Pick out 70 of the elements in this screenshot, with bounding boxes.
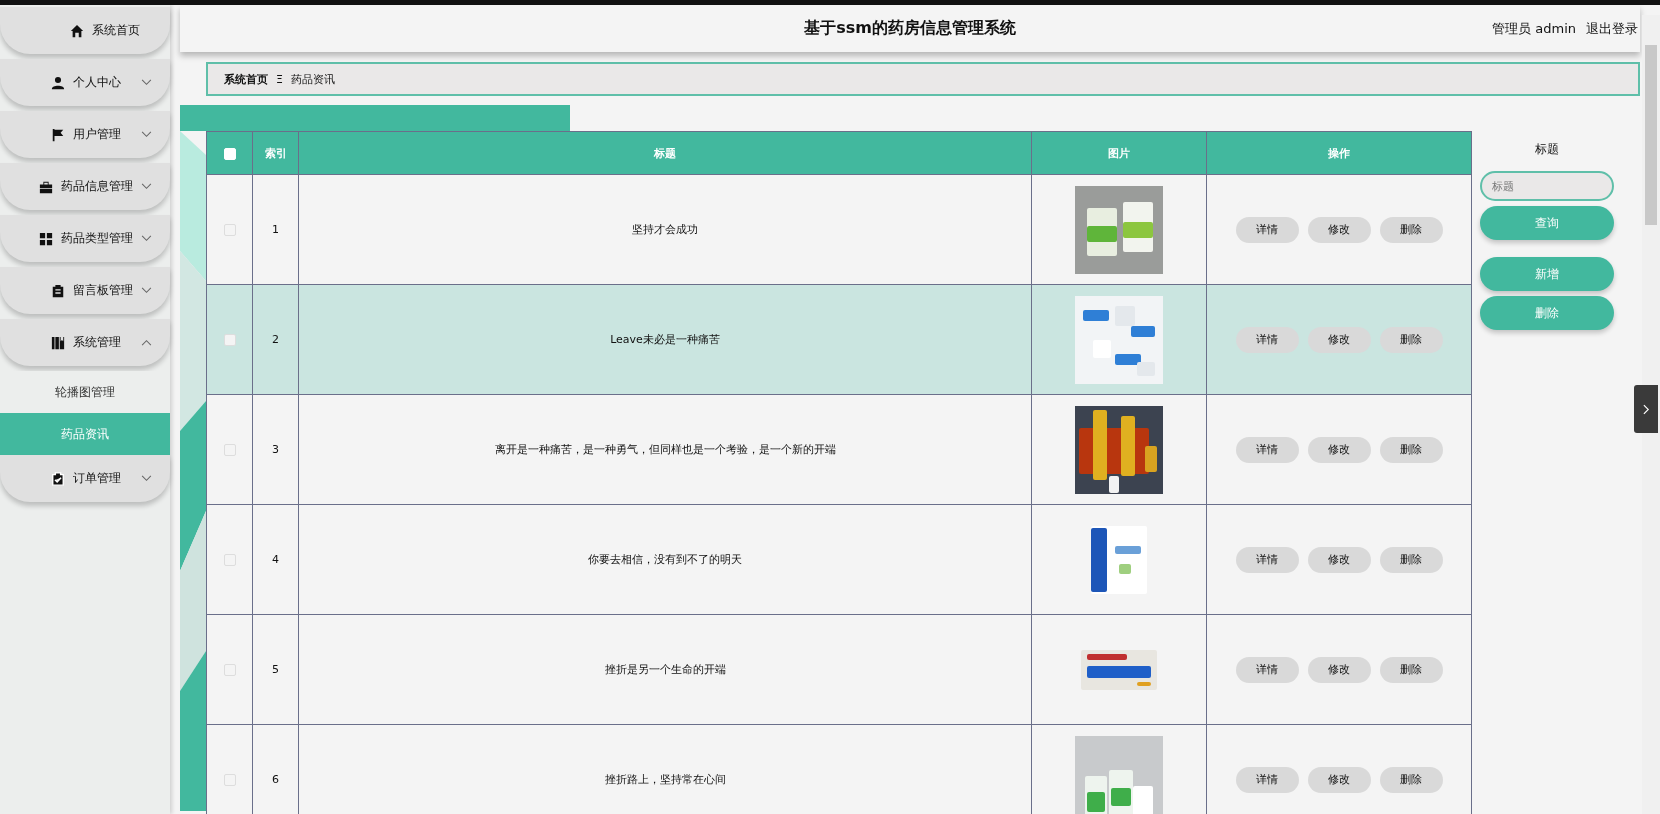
chevron-down-icon bbox=[141, 131, 152, 138]
chevron-down-icon bbox=[141, 287, 152, 294]
submenu-item[interactable]: 轮播图管理 bbox=[0, 371, 170, 413]
table-cell: Leave未必是一种痛苦 bbox=[298, 284, 1032, 395]
flag-icon bbox=[51, 127, 65, 142]
case-icon bbox=[39, 179, 53, 194]
detail-button[interactable]: 详情 bbox=[1235, 546, 1299, 573]
chevron-down-icon bbox=[141, 235, 152, 242]
column-header: 标题 bbox=[298, 131, 1032, 175]
drawer-toggle-button[interactable] bbox=[1634, 385, 1658, 433]
row-checkbox[interactable] bbox=[223, 334, 236, 346]
app-title: 基于ssm的药房信息管理系统 bbox=[804, 18, 1016, 39]
grid-icon bbox=[39, 231, 53, 246]
detail-button[interactable]: 详情 bbox=[1235, 216, 1299, 243]
detail-button[interactable]: 详情 bbox=[1235, 326, 1299, 353]
sidebar-item[interactable]: 药品类型管理 bbox=[0, 215, 170, 262]
delete-button[interactable]: 删除 bbox=[1379, 656, 1443, 683]
sidebar-item[interactable]: 用户管理 bbox=[0, 111, 170, 158]
scrollbar[interactable] bbox=[1642, 15, 1660, 814]
delete-button[interactable]: 删除 bbox=[1379, 766, 1443, 793]
home-icon bbox=[70, 23, 84, 38]
chevron-down-icon bbox=[141, 79, 152, 86]
column-header: 操作 bbox=[1206, 131, 1472, 175]
table-cell: 坚持才会成功 bbox=[298, 174, 1032, 285]
edit-button[interactable]: 修改 bbox=[1307, 766, 1371, 793]
breadcrumb-current: 药品资讯 bbox=[290, 71, 335, 87]
sidebar-item[interactable]: 系统管理 bbox=[0, 319, 170, 366]
sidebar-item[interactable]: 系统首页 bbox=[0, 7, 170, 54]
chevron-right-icon bbox=[1642, 403, 1650, 415]
detail-button[interactable]: 详情 bbox=[1235, 436, 1299, 463]
table-cell: 5 bbox=[252, 614, 299, 725]
sidebar-item[interactable]: 药品信息管理 bbox=[0, 163, 170, 210]
column-header: 图片 bbox=[1031, 131, 1207, 175]
table-cell: 你要去相信，没有到不了的明天 bbox=[298, 504, 1032, 615]
edit-button[interactable]: 修改 bbox=[1307, 546, 1371, 573]
clip-icon bbox=[51, 283, 65, 298]
chevron-down-icon bbox=[141, 475, 152, 482]
table-cell: 2 bbox=[252, 284, 299, 395]
select-all-checkbox[interactable] bbox=[223, 147, 236, 160]
delete-button[interactable]: 删除 bbox=[1379, 326, 1443, 353]
chevron-up-icon bbox=[141, 339, 152, 346]
book-icon bbox=[51, 335, 65, 350]
breadcrumb-separator: Ξ bbox=[276, 72, 283, 86]
table-cell: 离开是一种痛苦，是一种勇气，但同样也是一个考验，是一个新的开端 bbox=[298, 394, 1032, 505]
user-icon bbox=[51, 75, 65, 90]
edit-button[interactable]: 修改 bbox=[1307, 326, 1371, 353]
sidebar-item[interactable]: 订单管理 bbox=[0, 455, 170, 502]
sidebar-item[interactable]: 留言板管理 bbox=[0, 267, 170, 314]
user-label: 管理员 admin bbox=[1492, 20, 1576, 38]
delete-button[interactable]: 删除 bbox=[1379, 436, 1443, 463]
edit-button[interactable]: 修改 bbox=[1307, 656, 1371, 683]
check-icon bbox=[51, 471, 65, 486]
delete-button[interactable]: 删除 bbox=[1379, 216, 1443, 243]
edit-button[interactable]: 修改 bbox=[1307, 216, 1371, 243]
chevron-down-icon bbox=[141, 183, 152, 190]
search-label: 标题 bbox=[1534, 141, 1560, 158]
table-cell: 4 bbox=[252, 504, 299, 615]
selected-row[interactable]: 2 Leave未必是一种痛苦 详情 修改 删除 bbox=[206, 284, 1472, 395]
edit-button[interactable]: 修改 bbox=[1307, 436, 1371, 463]
table-cell: 挫折是另一个生命的开端 bbox=[298, 614, 1032, 725]
detail-button[interactable]: 详情 bbox=[1235, 766, 1299, 793]
delete-button[interactable]: 删除 bbox=[1379, 546, 1443, 573]
detail-button[interactable]: 详情 bbox=[1235, 656, 1299, 683]
logout-link[interactable]: 退出登录 bbox=[1586, 20, 1638, 38]
title-search-field[interactable]: 标题 bbox=[1480, 171, 1614, 201]
table-cell: 1 bbox=[252, 174, 299, 285]
breadcrumb-link[interactable]: 系统首页 bbox=[224, 71, 268, 87]
column-header: 索引 bbox=[252, 131, 299, 175]
table-cell: 3 bbox=[252, 394, 299, 505]
sidebar-item[interactable]: 个人中心 bbox=[0, 59, 170, 106]
